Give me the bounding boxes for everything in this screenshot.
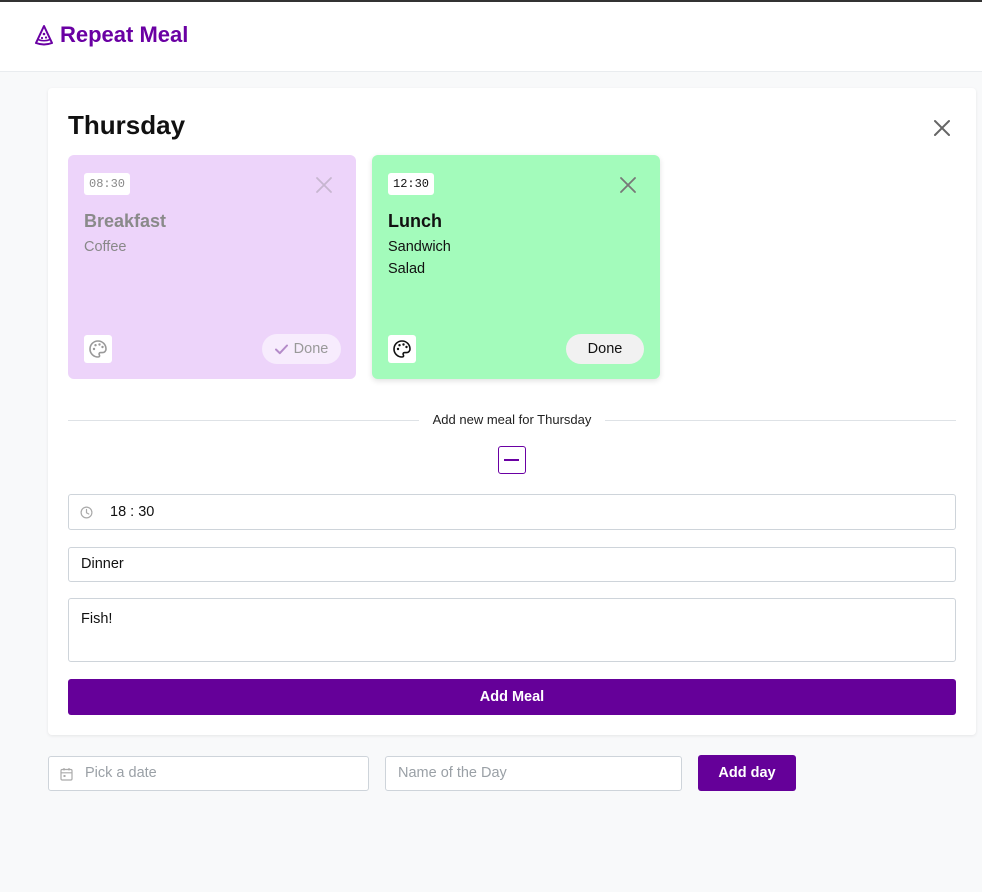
divider-line	[68, 420, 419, 421]
meal-card-lunch: 12:30 Lunch Sandwich Salad Done	[372, 155, 660, 379]
close-icon[interactable]	[930, 116, 954, 140]
palette-icon	[393, 340, 411, 358]
day-name-input[interactable]: Name of the Day	[385, 756, 682, 791]
color-picker-button[interactable]	[388, 335, 416, 363]
day-card: Thursday 08:30 Breakfast Coffee Done 12:…	[48, 88, 976, 735]
add-day-button[interactable]: Add day	[698, 755, 796, 791]
check-icon	[274, 344, 288, 354]
brand[interactable]: Repeat Meal	[34, 22, 188, 48]
meal-item: Coffee	[84, 239, 127, 255]
meal-time-badge: 08:30	[84, 173, 131, 195]
meal-time-input[interactable]: 18 : 30	[68, 494, 956, 530]
day-name-placeholder: Name of the Day	[398, 765, 507, 781]
date-picker-input[interactable]: Pick a date	[48, 756, 369, 791]
app-header: Repeat Meal	[0, 2, 982, 72]
divider-line	[605, 420, 956, 421]
meal-time-badge: 12:30	[388, 173, 435, 195]
meal-description-value: Fish!	[81, 611, 113, 627]
palette-icon	[89, 340, 107, 358]
meal-item: Sandwich	[388, 239, 451, 255]
meal-items: Sandwich Salad	[388, 236, 451, 280]
meal-name-input[interactable]: Dinner	[68, 547, 956, 582]
color-picker-button[interactable]	[84, 335, 112, 363]
meal-name: Lunch	[388, 211, 442, 231]
meal-description-textarea[interactable]: Fish!	[68, 598, 956, 662]
meal-name: Breakfast	[84, 211, 167, 231]
done-button-label: Done	[587, 341, 623, 357]
app-title: Repeat Meal	[60, 22, 189, 47]
divider-label: Add new meal for Thursday	[432, 412, 592, 427]
meal-item: Salad	[388, 261, 426, 277]
done-button[interactable]: Done	[262, 334, 341, 364]
date-placeholder: Pick a date	[85, 765, 157, 781]
collapse-form-button[interactable]	[498, 446, 526, 474]
minus-icon	[504, 459, 519, 461]
meal-name-value: Dinner	[81, 556, 124, 572]
new-meal-divider: Add new meal for Thursday	[68, 412, 956, 428]
meal-items: Coffee	[84, 236, 126, 258]
meal-time-value: 18 : 30	[110, 504, 155, 520]
close-icon[interactable]	[618, 175, 638, 195]
meal-card-breakfast: 08:30 Breakfast Coffee Done	[68, 155, 356, 379]
pizza-slice-icon	[35, 25, 53, 46]
done-button-label: Done	[293, 341, 329, 357]
add-meal-button[interactable]: Add Meal	[68, 679, 956, 715]
done-button[interactable]: Done	[566, 334, 644, 364]
close-icon[interactable]	[314, 175, 334, 195]
day-title: Thursday	[68, 110, 186, 140]
clock-icon	[80, 506, 93, 519]
calendar-icon	[60, 768, 73, 781]
